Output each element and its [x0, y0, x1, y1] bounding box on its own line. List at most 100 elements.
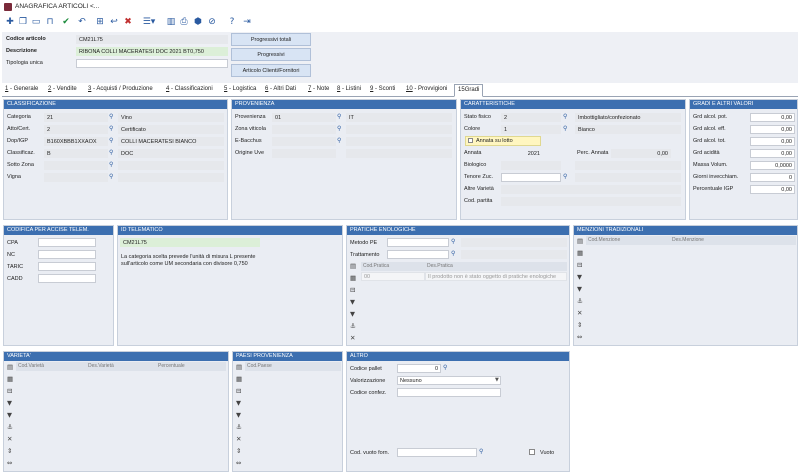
tab-sconti[interactable]: 9 - Sconti: [370, 86, 395, 92]
sottozona-code[interactable]: [44, 161, 108, 170]
col-cod-menzione[interactable]: Cod.Menzione: [586, 236, 670, 245]
anchor-icon[interactable]: ⚓: [350, 323, 356, 330]
categoria-code[interactable]: 21: [44, 113, 108, 122]
origine-uve-code[interactable]: [272, 149, 336, 158]
tab-provvigioni[interactable]: 10 - Provvigioni: [406, 86, 447, 92]
column-width-icon[interactable]: ⇔: [7, 460, 12, 467]
add-row-icon[interactable]: ▤: [7, 364, 13, 371]
confez-field[interactable]: [397, 388, 501, 397]
search-icon[interactable]: ⚲: [109, 161, 113, 168]
filter-clear-icon[interactable]: ▼: [577, 286, 582, 293]
lock-icon[interactable]: ⊓: [44, 16, 56, 28]
delete-row-icon[interactable]: ✕: [350, 335, 355, 342]
edit-icon[interactable]: ⊟: [350, 287, 355, 294]
grd-alcol-eff-field[interactable]: 0,00: [750, 125, 795, 134]
row-height-icon[interactable]: ⇕: [577, 322, 582, 329]
tab-generale[interactable]: 1 - Generale: [5, 86, 38, 92]
tab-gradi[interactable]: 15Gradi: [454, 84, 484, 97]
col-des-pratica[interactable]: Des.Pratica: [425, 262, 567, 271]
column-width-icon[interactable]: ⇔: [236, 460, 241, 467]
biologico-field[interactable]: [501, 161, 561, 170]
trattamento-field[interactable]: [387, 250, 449, 259]
progressivi-totali-button[interactable]: Progressivi totali: [231, 33, 311, 46]
tab-classificazioni[interactable]: 4 - Classificazioni: [166, 86, 213, 92]
pratica-row-desc[interactable]: Il prodotto non è stato oggetto di prati…: [425, 272, 567, 281]
add-row-icon[interactable]: ▤: [236, 364, 242, 371]
print-icon[interactable]: ⎙: [178, 16, 190, 28]
search-icon[interactable]: ⚲: [451, 250, 455, 257]
search-icon[interactable]: ⚲: [443, 364, 447, 371]
undo-icon[interactable]: ↶: [76, 16, 88, 28]
edit-icon[interactable]: ⊟: [577, 262, 582, 269]
tab-acquisti[interactable]: 3 - Acquisti / Produzione: [88, 86, 153, 92]
tab-altri-dati[interactable]: 6 - Altri Dati: [265, 86, 296, 92]
vuoto-checkbox[interactable]: [529, 449, 535, 455]
row-height-icon[interactable]: ⇕: [236, 448, 241, 455]
annata-field[interactable]: 2021: [501, 149, 543, 158]
search-icon[interactable]: ⚲: [109, 113, 113, 120]
annata-lotto-checkbox[interactable]: Annata su lotto: [465, 136, 541, 146]
tab-note[interactable]: 7 - Note: [308, 86, 329, 92]
tab-listini[interactable]: 8 - Listini: [337, 86, 361, 92]
grid-icon[interactable]: ▦: [236, 376, 242, 383]
search-icon[interactable]: ⚲: [337, 113, 341, 120]
delete-row-icon[interactable]: ✕: [7, 436, 12, 443]
col-des-varieta[interactable]: Des.Varietà: [86, 362, 156, 371]
delete-icon[interactable]: ✖: [122, 16, 134, 28]
nc-field[interactable]: [38, 250, 96, 259]
copy-icon[interactable]: ❐: [17, 16, 29, 28]
chevron-down-icon[interactable]: ▼: [495, 378, 499, 383]
vuoto-forn-field[interactable]: [397, 448, 477, 457]
articolo-clienti-button[interactable]: Articolo Clienti/Fornitori: [231, 64, 311, 77]
tab-logistica[interactable]: 5 - Logistica: [224, 86, 256, 92]
package-icon[interactable]: ⬢: [192, 16, 204, 28]
tipologia-field[interactable]: [76, 59, 228, 68]
grd-alcol-pot-field[interactable]: 0,00: [750, 113, 795, 122]
cod-partita-field[interactable]: [501, 197, 681, 206]
codice-field[interactable]: CM21L75: [76, 35, 228, 44]
search-icon[interactable]: ⚲: [563, 173, 567, 180]
vigna-code[interactable]: [44, 173, 108, 182]
cadd-field[interactable]: [38, 274, 96, 283]
filter-clear-icon[interactable]: ▼: [236, 412, 241, 419]
help-icon[interactable]: ?: [226, 16, 238, 28]
metodo-pe-field[interactable]: [387, 238, 449, 247]
provenienza-code[interactable]: 01: [272, 113, 336, 122]
search-icon[interactable]: ⚲: [337, 137, 341, 144]
column-width-icon[interactable]: ⇔: [577, 334, 582, 341]
pallet-field[interactable]: 0: [397, 364, 441, 373]
taric-field[interactable]: [38, 262, 96, 271]
colore-code[interactable]: 1: [501, 125, 561, 134]
anchor-icon[interactable]: ⚓: [236, 424, 242, 431]
filter-clear-icon[interactable]: ▼: [350, 311, 355, 318]
row-height-icon[interactable]: ⇕: [7, 448, 12, 455]
search-icon[interactable]: ⚲: [563, 125, 567, 132]
grid-icon[interactable]: ▦: [350, 275, 356, 282]
pratica-row-code[interactable]: 00: [361, 272, 425, 281]
cpa-field[interactable]: [38, 238, 96, 247]
menu-icon[interactable]: ☰▾: [140, 16, 158, 28]
zona-viticola-code[interactable]: [272, 125, 336, 134]
grd-alcol-tot-field[interactable]: 0,00: [750, 137, 795, 146]
back-icon[interactable]: ↩: [108, 16, 120, 28]
filter-icon[interactable]: ▼: [577, 274, 582, 281]
percentuale-igp-field[interactable]: 0,00: [750, 185, 795, 194]
grid-icon[interactable]: ▦: [577, 250, 583, 257]
anchor-icon[interactable]: ⚓: [7, 424, 13, 431]
col-des-menzione[interactable]: Des.Menzione: [670, 236, 796, 245]
descrizione-field[interactable]: RIBONA COLLI MACERATESI DOC 2021 BT0,750: [76, 47, 228, 56]
grid-icon[interactable]: ▦: [7, 376, 13, 383]
filter-icon[interactable]: ▼: [236, 400, 241, 407]
tab-vendite[interactable]: 2 - Vendite: [48, 86, 77, 92]
exit-icon[interactable]: ⇥: [241, 16, 253, 28]
anchor-icon[interactable]: ⚓: [577, 298, 583, 305]
add-row-icon[interactable]: ▤: [350, 263, 356, 270]
filter-icon[interactable]: ▼: [7, 400, 12, 407]
search-icon[interactable]: ⚲: [109, 137, 113, 144]
delete-row-icon[interactable]: ✕: [236, 436, 241, 443]
progressivi-button[interactable]: Progressivi: [231, 48, 311, 61]
col-cod-varieta[interactable]: Cod.Varietà: [16, 362, 86, 371]
col-cod-pratica[interactable]: Cod.Pratica: [361, 262, 425, 271]
search-icon[interactable]: ⚲: [109, 149, 113, 156]
valorizzazione-select[interactable]: Nessuno: [397, 376, 501, 385]
